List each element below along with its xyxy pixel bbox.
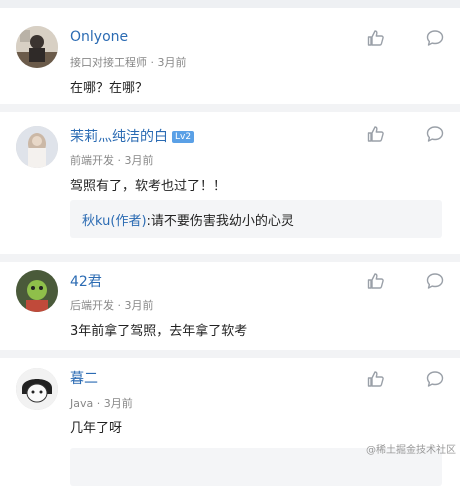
avatar-moli-icon (16, 126, 58, 168)
top-separator (0, 0, 460, 8)
avatar-muer-icon (16, 368, 58, 410)
like-icon[interactable] (366, 369, 386, 389)
avatar[interactable] (16, 126, 58, 168)
reply-text: :请不要伤害我幼小的心灵 (146, 214, 294, 229)
watermark: @稀土掘金技术社区 (366, 445, 456, 456)
commenter-name[interactable]: 茉莉灬纯洁的白 Lv2 (70, 126, 195, 146)
comment-text: 在哪？在哪？ (70, 81, 149, 96)
avatar[interactable] (16, 26, 58, 68)
separator (0, 350, 460, 358)
avatar-onlyone-icon (16, 26, 58, 68)
reply-author[interactable]: 秋ku(作者) (82, 214, 147, 229)
like-icon[interactable] (366, 28, 386, 48)
comment-icon[interactable] (425, 124, 445, 144)
avatar[interactable] (16, 368, 58, 410)
comment-item: Onlyone 接口对接工程师 · 3月前 在哪？在哪？ (0, 14, 460, 104)
comment-icon[interactable] (425, 28, 445, 48)
like-icon[interactable] (366, 124, 386, 144)
separator (0, 104, 460, 112)
comment-text: 驾照有了，软考也过了！！ (70, 179, 227, 194)
author-reply[interactable]: 秋ku(作者):请不要伤害我幼小的心灵 (70, 200, 442, 238)
comment-text: 3年前拿了驾照，去年拿了软考 (70, 324, 248, 339)
commenter-meta: 后端开发 · 3月前 (70, 299, 154, 312)
commenter-name[interactable]: Onlyone (70, 29, 128, 45)
comment-icon[interactable] (425, 369, 445, 389)
commenter-meta: 接口对接工程师 · 3月前 (70, 56, 187, 69)
comment-icon[interactable] (425, 271, 445, 291)
like-icon[interactable] (366, 271, 386, 291)
avatar[interactable] (16, 270, 58, 312)
separator (0, 254, 460, 262)
commenter-meta: Java · 3月前 (70, 397, 133, 410)
level-badge: Lv2 (172, 131, 195, 143)
commenter-meta: 前端开发 · 3月前 (70, 154, 154, 167)
avatar-42-icon (16, 270, 58, 312)
comment-item: 42君 后端开发 · 3月前 3年前拿了驾照，去年拿了软考 (0, 262, 460, 350)
comment-text: 几年了呀 (70, 421, 123, 436)
commenter-name[interactable]: 暮二 (70, 368, 98, 388)
commenter-name[interactable]: 42君 (70, 271, 102, 291)
comment-item: 茉莉灬纯洁的白 Lv2 前端开发 · 3月前 驾照有了，软考也过了！！ 秋ku(作… (0, 112, 460, 254)
